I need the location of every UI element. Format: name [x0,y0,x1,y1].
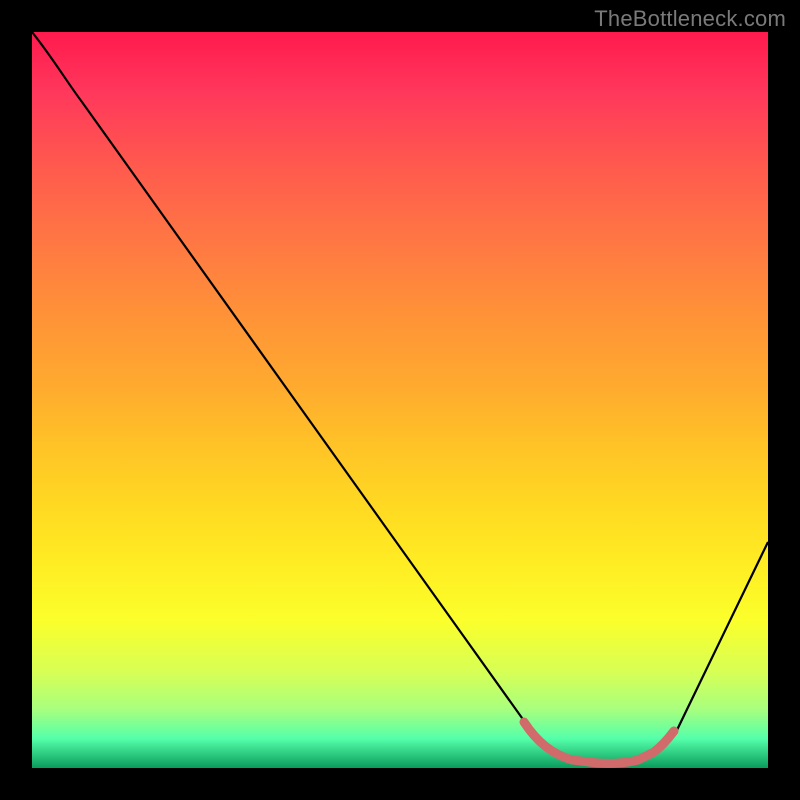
curve-highlight [524,722,674,763]
curve-path [32,32,768,764]
plot-area [32,32,768,768]
bottleneck-curve [32,32,768,768]
chart-frame: TheBottleneck.com [0,0,800,800]
watermark-text: TheBottleneck.com [594,6,786,32]
